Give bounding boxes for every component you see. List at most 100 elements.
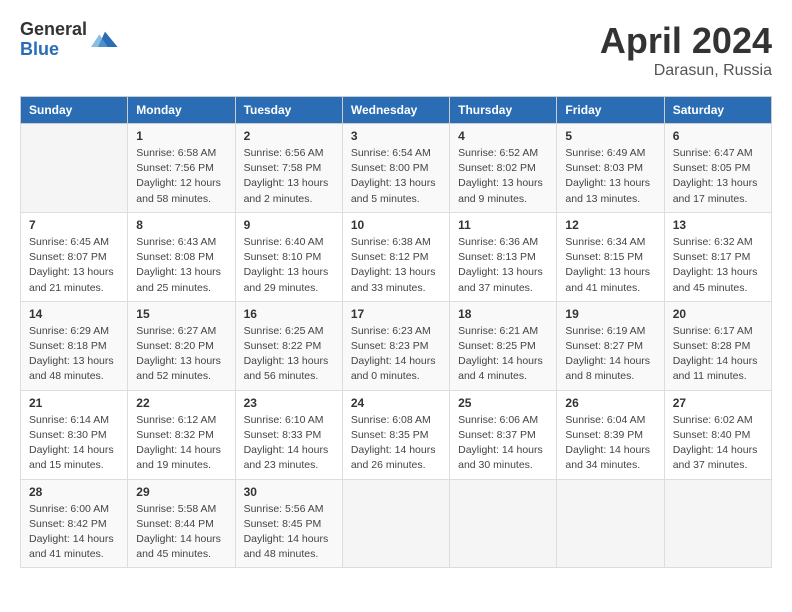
day-info: Sunrise: 6:36 AMSunset: 8:13 PMDaylight:… — [458, 235, 548, 296]
calendar-cell: 16 Sunrise: 6:25 AMSunset: 8:22 PMDayligh… — [235, 301, 342, 390]
calendar-cell: 20 Sunrise: 6:17 AMSunset: 8:28 PMDayligh… — [664, 301, 771, 390]
day-info: Sunrise: 6:12 AMSunset: 8:32 PMDaylight:… — [136, 413, 226, 474]
weekday-header-friday: Friday — [557, 97, 664, 124]
week-row-3: 14 Sunrise: 6:29 AMSunset: 8:18 PMDayligh… — [21, 301, 772, 390]
calendar-cell: 4 Sunrise: 6:52 AMSunset: 8:02 PMDaylight… — [450, 124, 557, 213]
day-number: 19 — [565, 307, 655, 321]
calendar-cell: 26 Sunrise: 6:04 AMSunset: 8:39 PMDayligh… — [557, 390, 664, 479]
day-info: Sunrise: 6:43 AMSunset: 8:08 PMDaylight:… — [136, 235, 226, 296]
day-number: 10 — [351, 218, 441, 232]
calendar-cell: 25Sunrise: 6:06 AMSunset: 8:37 PMDayligh… — [450, 390, 557, 479]
calendar-cell: 6 Sunrise: 6:47 AMSunset: 8:05 PMDaylight… — [664, 124, 771, 213]
calendar-cell: 10 Sunrise: 6:38 AMSunset: 8:12 PMDayligh… — [342, 212, 449, 301]
day-info: Sunrise: 6:29 AMSunset: 8:18 PMDaylight:… — [29, 324, 119, 385]
calendar-cell: 12 Sunrise: 6:34 AMSunset: 8:15 PMDayligh… — [557, 212, 664, 301]
day-number: 13 — [673, 218, 763, 232]
calendar-cell: 13 Sunrise: 6:32 AMSunset: 8:17 PMDayligh… — [664, 212, 771, 301]
day-info: Sunrise: 6:38 AMSunset: 8:12 PMDaylight:… — [351, 235, 441, 296]
week-row-4: 21 Sunrise: 6:14 AMSunset: 8:30 PMDayligh… — [21, 390, 772, 479]
day-info: Sunrise: 6:34 AMSunset: 8:15 PMDaylight:… — [565, 235, 655, 296]
day-info: Sunrise: 6:08 AMSunset: 8:35 PMDaylight:… — [351, 413, 441, 474]
week-row-2: 7Sunrise: 6:45 AMSunset: 8:07 PMDaylight… — [21, 212, 772, 301]
day-info: Sunrise: 5:56 AMSunset: 8:45 PMDaylight:… — [244, 502, 334, 563]
day-number: 22 — [136, 396, 226, 410]
logo: General Blue — [20, 20, 119, 60]
day-info: Sunrise: 6:47 AMSunset: 8:05 PMDaylight:… — [673, 146, 763, 207]
weekday-header-monday: Monday — [128, 97, 235, 124]
day-number: 9 — [244, 218, 334, 232]
calendar-cell: 18 Sunrise: 6:21 AMSunset: 8:25 PMDayligh… — [450, 301, 557, 390]
calendar-cell: 11 Sunrise: 6:36 AMSunset: 8:13 PMDayligh… — [450, 212, 557, 301]
calendar-cell — [450, 479, 557, 568]
day-number: 14 — [29, 307, 119, 321]
day-number: 7 — [29, 218, 119, 232]
calendar-table: SundayMondayTuesdayWednesdayThursdayFrid… — [20, 96, 772, 568]
day-number: 20 — [673, 307, 763, 321]
calendar-cell: 19 Sunrise: 6:19 AMSunset: 8:27 PMDayligh… — [557, 301, 664, 390]
day-info: Sunrise: 6:19 AMSunset: 8:27 PMDaylight:… — [565, 324, 655, 385]
calendar-cell: 30 Sunrise: 5:56 AMSunset: 8:45 PMDayligh… — [235, 479, 342, 568]
calendar-cell: 2 Sunrise: 6:56 AMSunset: 7:58 PMDaylight… — [235, 124, 342, 213]
day-number: 1 — [136, 129, 226, 143]
day-info: Sunrise: 6:04 AMSunset: 8:39 PMDaylight:… — [565, 413, 655, 474]
calendar-cell: 7Sunrise: 6:45 AMSunset: 8:07 PMDaylight… — [21, 212, 128, 301]
calendar-cell: 5 Sunrise: 6:49 AMSunset: 8:03 PMDaylight… — [557, 124, 664, 213]
day-number: 21 — [29, 396, 119, 410]
logo-blue-text: Blue — [20, 40, 87, 60]
day-number: 29 — [136, 485, 226, 499]
day-number: 12 — [565, 218, 655, 232]
day-info: Sunrise: 6:17 AMSunset: 8:28 PMDaylight:… — [673, 324, 763, 385]
weekday-header-saturday: Saturday — [664, 97, 771, 124]
day-number: 11 — [458, 218, 548, 232]
day-number: 15 — [136, 307, 226, 321]
weekday-header-wednesday: Wednesday — [342, 97, 449, 124]
calendar-cell: 27 Sunrise: 6:02 AMSunset: 8:40 PMDayligh… — [664, 390, 771, 479]
day-info: Sunrise: 6:49 AMSunset: 8:03 PMDaylight:… — [565, 146, 655, 207]
day-info: Sunrise: 6:00 AMSunset: 8:42 PMDaylight:… — [29, 502, 119, 563]
day-info: Sunrise: 6:02 AMSunset: 8:40 PMDaylight:… — [673, 413, 763, 474]
day-number: 26 — [565, 396, 655, 410]
day-number: 18 — [458, 307, 548, 321]
day-info: Sunrise: 6:52 AMSunset: 8:02 PMDaylight:… — [458, 146, 548, 207]
day-info: Sunrise: 6:06 AMSunset: 8:37 PMDaylight:… — [458, 413, 548, 474]
day-info: Sunrise: 6:25 AMSunset: 8:22 PMDaylight:… — [244, 324, 334, 385]
calendar-cell: 24 Sunrise: 6:08 AMSunset: 8:35 PMDayligh… — [342, 390, 449, 479]
day-info: Sunrise: 6:27 AMSunset: 8:20 PMDaylight:… — [136, 324, 226, 385]
calendar-cell: 23Sunrise: 6:10 AMSunset: 8:33 PMDayligh… — [235, 390, 342, 479]
day-info: Sunrise: 6:10 AMSunset: 8:33 PMDaylight:… — [244, 413, 334, 474]
week-row-1: 1Sunrise: 6:58 AMSunset: 7:56 PMDaylight… — [21, 124, 772, 213]
weekday-header-tuesday: Tuesday — [235, 97, 342, 124]
day-number: 4 — [458, 129, 548, 143]
calendar-cell: 17Sunrise: 6:23 AMSunset: 8:23 PMDayligh… — [342, 301, 449, 390]
day-info: Sunrise: 6:40 AMSunset: 8:10 PMDaylight:… — [244, 235, 334, 296]
day-number: 2 — [244, 129, 334, 143]
day-info: Sunrise: 6:14 AMSunset: 8:30 PMDaylight:… — [29, 413, 119, 474]
day-number: 28 — [29, 485, 119, 499]
calendar-cell — [342, 479, 449, 568]
calendar-cell: 29 Sunrise: 5:58 AMSunset: 8:44 PMDayligh… — [128, 479, 235, 568]
calendar-cell: 15 Sunrise: 6:27 AMSunset: 8:20 PMDayligh… — [128, 301, 235, 390]
weekday-header-thursday: Thursday — [450, 97, 557, 124]
week-row-5: 28 Sunrise: 6:00 AMSunset: 8:42 PMDayligh… — [21, 479, 772, 568]
calendar-cell: 22 Sunrise: 6:12 AMSunset: 8:32 PMDayligh… — [128, 390, 235, 479]
day-info: Sunrise: 6:56 AMSunset: 7:58 PMDaylight:… — [244, 146, 334, 207]
calendar-cell: 3Sunrise: 6:54 AMSunset: 8:00 PMDaylight… — [342, 124, 449, 213]
calendar-cell: 9 Sunrise: 6:40 AMSunset: 8:10 PMDaylight… — [235, 212, 342, 301]
day-info: Sunrise: 6:23 AMSunset: 8:23 PMDaylight:… — [351, 324, 441, 385]
page-header: General Blue April 2024 Darasun, Russia — [20, 20, 772, 80]
day-number: 16 — [244, 307, 334, 321]
day-number: 30 — [244, 485, 334, 499]
day-info: Sunrise: 6:32 AMSunset: 8:17 PMDaylight:… — [673, 235, 763, 296]
calendar-cell — [664, 479, 771, 568]
day-info: Sunrise: 6:21 AMSunset: 8:25 PMDaylight:… — [458, 324, 548, 385]
day-number: 5 — [565, 129, 655, 143]
calendar-location: Darasun, Russia — [600, 62, 772, 80]
day-number: 24 — [351, 396, 441, 410]
calendar-cell: 21 Sunrise: 6:14 AMSunset: 8:30 PMDayligh… — [21, 390, 128, 479]
day-number: 27 — [673, 396, 763, 410]
calendar-cell: 28 Sunrise: 6:00 AMSunset: 8:42 PMDayligh… — [21, 479, 128, 568]
day-info: Sunrise: 5:58 AMSunset: 8:44 PMDaylight:… — [136, 502, 226, 563]
weekday-header-sunday: Sunday — [21, 97, 128, 124]
day-number: 6 — [673, 129, 763, 143]
title-block: April 2024 Darasun, Russia — [600, 20, 772, 80]
